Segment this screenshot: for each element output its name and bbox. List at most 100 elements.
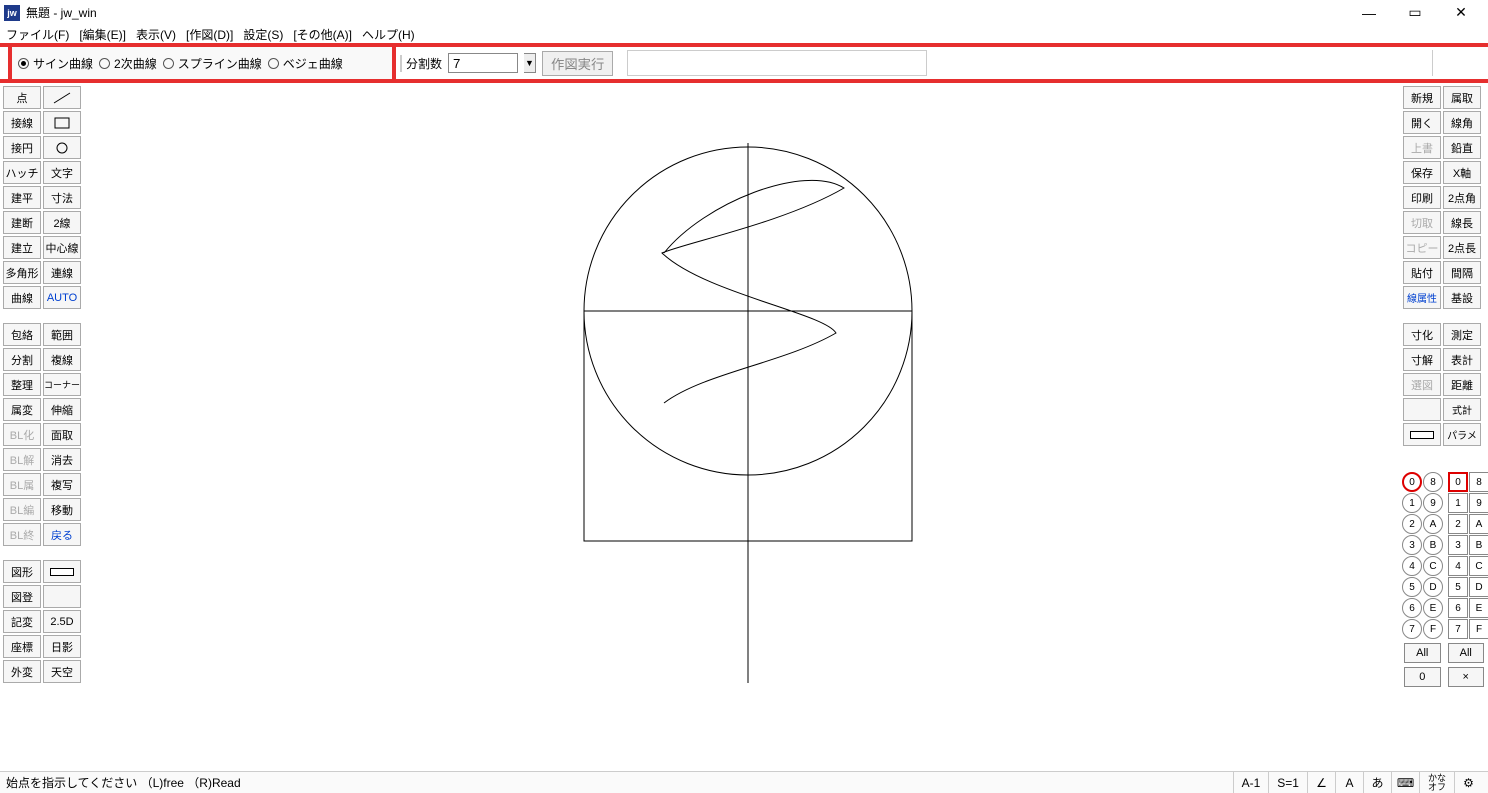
tool-建断[interactable]: 建断 [3, 211, 41, 234]
rtool-保存[interactable]: 保存 [1403, 161, 1441, 184]
layer-circ-C[interactable]: C [1423, 556, 1443, 576]
rtool-パラメ[interactable]: パラメ [1443, 423, 1481, 446]
tool-外変[interactable]: 外変 [3, 660, 41, 683]
radio-quadratic[interactable]: 2次曲線 [99, 55, 157, 72]
tool-日影[interactable]: 日影 [43, 635, 81, 658]
tool-接円[interactable]: 接円 [3, 136, 41, 159]
rtool-鉛直[interactable]: 鉛直 [1443, 136, 1481, 159]
rtool-[interactable] [1403, 398, 1441, 421]
rtool-選図[interactable]: 選図 [1403, 373, 1441, 396]
tool-2.5D[interactable]: 2.5D [43, 610, 81, 633]
settings-icon[interactable]: ⚙ [1454, 772, 1482, 793]
kana-status[interactable]: かな オフ [1419, 772, 1454, 793]
tool-line-icon[interactable] [43, 86, 81, 109]
tool-図登[interactable]: 図登 [3, 585, 41, 608]
rtool-基設[interactable]: 基設 [1443, 286, 1481, 309]
tool-AUTO[interactable]: AUTO [43, 286, 81, 309]
layer-circ-0[interactable]: 0 [1402, 472, 1422, 492]
tool-rect-icon[interactable] [43, 111, 81, 134]
tool-曲線[interactable]: 曲線 [3, 286, 41, 309]
menu-settings[interactable]: 設定(S) [243, 26, 283, 43]
rtool-切取[interactable]: 切取 [1403, 211, 1441, 234]
menu-other[interactable]: [その他(A)] [293, 26, 352, 43]
layer-sq-C[interactable]: C [1469, 556, 1488, 576]
ime-icon[interactable]: あ [1363, 772, 1391, 793]
tool-伸縮[interactable]: 伸縮 [43, 398, 81, 421]
layer-sq-B[interactable]: B [1469, 535, 1488, 555]
tool-範囲[interactable]: 範囲 [43, 323, 81, 346]
drawing-canvas[interactable] [84, 83, 1400, 771]
layer-circ-E[interactable]: E [1423, 598, 1443, 618]
layer-all-left[interactable]: All [1404, 643, 1441, 663]
layer-sq-4[interactable]: 4 [1448, 556, 1468, 576]
tool-コーナー[interactable]: コーナー [43, 373, 81, 396]
layer-circ-B[interactable]: B [1423, 535, 1443, 555]
execute-button[interactable]: 作図実行 [542, 51, 613, 76]
layer-circ-3[interactable]: 3 [1402, 535, 1422, 555]
tool-swatch[interactable] [43, 560, 81, 583]
tool-点[interactable]: 点 [3, 86, 41, 109]
angle-icon[interactable]: ∠ [1307, 772, 1335, 793]
rtool-寸解[interactable]: 寸解 [1403, 348, 1441, 371]
rtool-swatch[interactable] [1403, 423, 1441, 446]
layer-sq-6[interactable]: 6 [1448, 598, 1468, 618]
tool-複線[interactable]: 複線 [43, 348, 81, 371]
menu-draw[interactable]: [作図(D)] [186, 26, 233, 43]
rtool-上書[interactable]: 上書 [1403, 136, 1441, 159]
layer-sq-D[interactable]: D [1469, 577, 1488, 597]
tool-ハッチ[interactable]: ハッチ [3, 161, 41, 184]
rtool-新規[interactable]: 新規 [1403, 86, 1441, 109]
tool-座標[interactable]: 座標 [3, 635, 41, 658]
menu-file[interactable]: ファイル(F) [6, 26, 69, 43]
tool-BL解[interactable]: BL解 [3, 448, 41, 471]
tool-BL編[interactable]: BL編 [3, 498, 41, 521]
tool-移動[interactable]: 移動 [43, 498, 81, 521]
layer-sq-F[interactable]: F [1469, 619, 1488, 639]
menu-view[interactable]: 表示(V) [136, 26, 176, 43]
layer-zero-left[interactable]: 0 [1404, 667, 1441, 687]
layer-circ-1[interactable]: 1 [1402, 493, 1422, 513]
tool-建平[interactable]: 建平 [3, 186, 41, 209]
tool-BL属[interactable]: BL属 [3, 473, 41, 496]
layer-circ-4[interactable]: 4 [1402, 556, 1422, 576]
tool-複写[interactable]: 複写 [43, 473, 81, 496]
rtool-線属性[interactable]: 線属性 [1403, 286, 1441, 309]
radio-bezier[interactable]: ベジェ曲線 [268, 55, 343, 72]
tool-戻る[interactable]: 戻る [43, 523, 81, 546]
rtool-属取[interactable]: 属取 [1443, 86, 1481, 109]
status-scale-s[interactable]: S=1 [1268, 772, 1307, 793]
layer-x-right[interactable]: × [1448, 667, 1485, 687]
rtool-コピー[interactable]: コピー [1403, 236, 1441, 259]
layer-circ-8[interactable]: 8 [1423, 472, 1443, 492]
layer-sq-A[interactable]: A [1469, 514, 1488, 534]
tool-多角形[interactable]: 多角形 [3, 261, 41, 284]
rtool-測定[interactable]: 測定 [1443, 323, 1481, 346]
tool-circle-icon[interactable] [43, 136, 81, 159]
layer-circ-7[interactable]: 7 [1402, 619, 1422, 639]
maximize-button[interactable]: ▭ [1392, 0, 1438, 25]
menu-edit[interactable]: [編集(E)] [79, 26, 126, 43]
rtool-X軸[interactable]: X軸 [1443, 161, 1481, 184]
rtool-2点長[interactable]: 2点長 [1443, 236, 1481, 259]
layer-circ-A[interactable]: A [1423, 514, 1443, 534]
keyboard-icon[interactable]: ⌨ [1391, 772, 1419, 793]
tool-建立[interactable]: 建立 [3, 236, 41, 259]
tool-包絡[interactable]: 包絡 [3, 323, 41, 346]
tool-BL終[interactable]: BL終 [3, 523, 41, 546]
tool-記変[interactable]: 記変 [3, 610, 41, 633]
tool-整理[interactable]: 整理 [3, 373, 41, 396]
layer-circ-2[interactable]: 2 [1402, 514, 1422, 534]
layer-sq-0[interactable]: 0 [1448, 472, 1468, 492]
close-button[interactable]: ✕ [1438, 0, 1484, 25]
tool-2線[interactable]: 2線 [43, 211, 81, 234]
layer-sq-9[interactable]: 9 [1469, 493, 1488, 513]
tool-文字[interactable]: 文字 [43, 161, 81, 184]
layer-sq-7[interactable]: 7 [1448, 619, 1468, 639]
layer-circ-F[interactable]: F [1423, 619, 1443, 639]
rtool-線長[interactable]: 線長 [1443, 211, 1481, 234]
tool-属変[interactable]: 属変 [3, 398, 41, 421]
layer-sq-E[interactable]: E [1469, 598, 1488, 618]
rtool-印刷[interactable]: 印刷 [1403, 186, 1441, 209]
rtool-寸化[interactable]: 寸化 [1403, 323, 1441, 346]
tool-面取[interactable]: 面取 [43, 423, 81, 446]
